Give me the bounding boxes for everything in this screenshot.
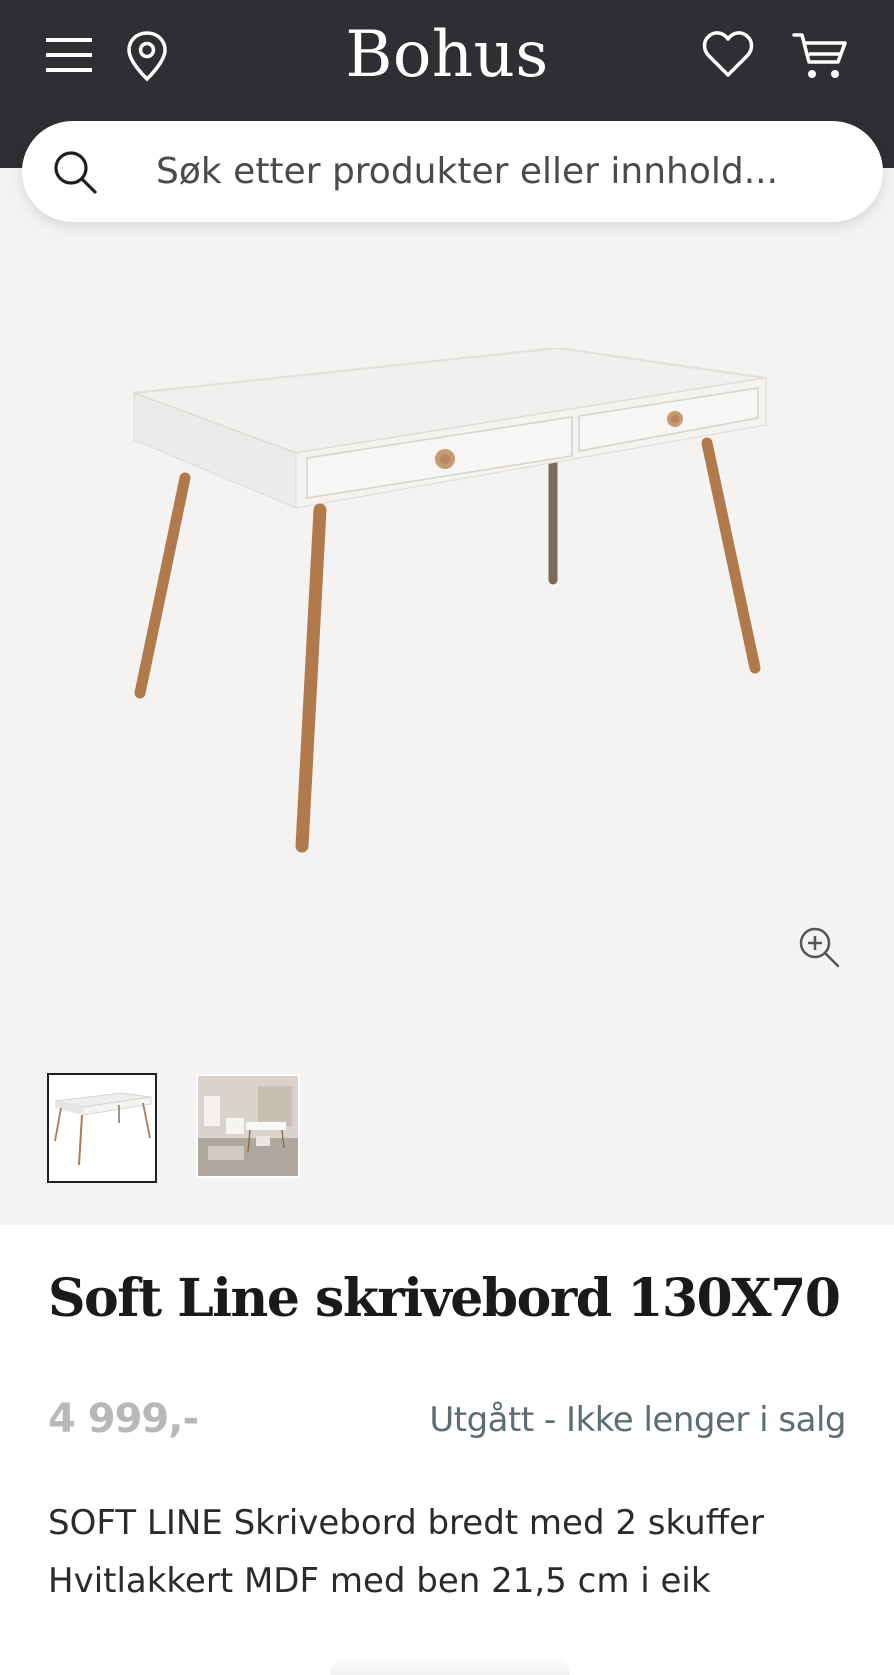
thumbnail-2[interactable] [196, 1074, 300, 1178]
search-input[interactable] [156, 139, 856, 203]
search-icon[interactable] [52, 149, 98, 195]
heart-icon[interactable] [702, 30, 754, 80]
product-title: Soft Line skrivebord 130X70 [48, 1268, 841, 1329]
thumbnail-1[interactable] [47, 1073, 157, 1183]
availability-status: Utgått - Ikke lenger i salg [429, 1400, 846, 1440]
desk-thumbnail-image [49, 1075, 155, 1181]
description-line: Hvitlakkert MDF med ben 21,5 cm i eik [48, 1561, 711, 1601]
product-price: 4 999,- [48, 1396, 199, 1442]
product-image[interactable] [120, 348, 780, 888]
zoom-in-icon[interactable] [796, 924, 844, 972]
product-page: Bohus Søk etter produkter eller innhold.… [0, 0, 894, 1675]
room-thumbnail-image [198, 1076, 298, 1176]
cart-icon[interactable] [792, 30, 848, 82]
product-gallery [0, 168, 894, 1225]
search-bar[interactable] [22, 121, 883, 222]
product-description: SOFT LINE Skrivebord bredt med 2 skuffer… [48, 1494, 868, 1610]
description-line: SOFT LINE Skrivebord bredt med 2 skuffer [48, 1503, 765, 1543]
brand-logo[interactable]: Bohus [0, 18, 894, 92]
bottom-edge-element [330, 1655, 570, 1675]
